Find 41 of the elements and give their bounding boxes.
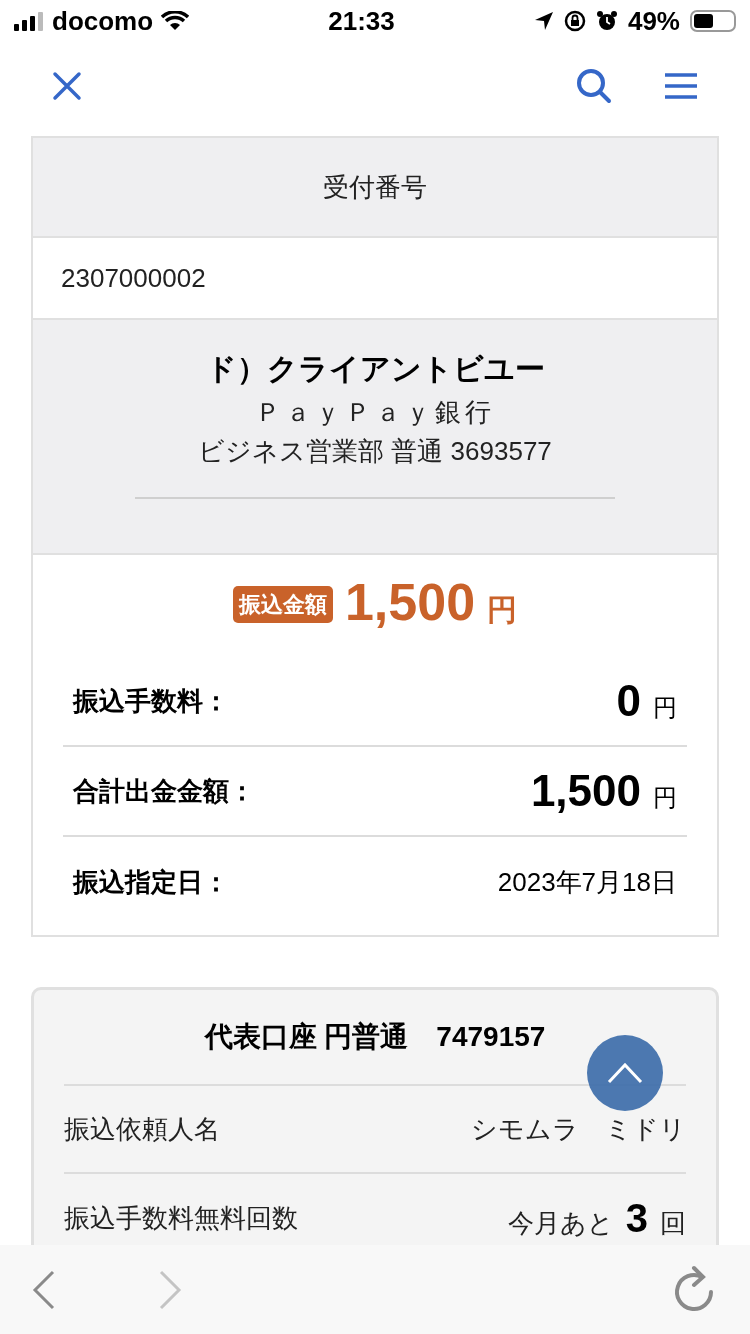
transfer-amount: 1,500 [344, 572, 476, 633]
receipt-number-label: 受付番号 [323, 170, 427, 204]
rotation-lock-icon [563, 10, 586, 32]
location-arrow-icon [533, 11, 554, 31]
chevron-up-icon [607, 1062, 643, 1084]
battery-percent: 49% [627, 4, 680, 38]
menu-icon [664, 73, 698, 99]
row-value: シモムラ ミドリ [471, 1112, 686, 1146]
row-value: 2023年7月18日 [497, 865, 678, 899]
menu-button[interactable] [664, 71, 698, 101]
alarm-clock-icon [595, 10, 618, 32]
close-button[interactable] [52, 70, 84, 102]
receipt-number: 2307000002 [61, 261, 206, 295]
row-label: 振込指定日： [71, 865, 229, 899]
amount-value: 1,500 [530, 765, 641, 817]
clock-time: 21:33 [328, 4, 395, 38]
row-label: 合計出金金額： [72, 774, 255, 808]
count-unit: 回 [660, 1207, 686, 1240]
currency-unit: 円 [653, 783, 677, 813]
amount-value: 0 [616, 675, 641, 727]
search-button[interactable] [576, 67, 614, 105]
row-label: 振込手数料： [71, 684, 229, 718]
bank-name: ＰａｙＰａｙ銀行 [255, 396, 495, 429]
account-title: 代表口座 円普通 7479157 [204, 1020, 546, 1054]
signal-icon [14, 11, 44, 31]
currency-unit: 円 [487, 592, 518, 628]
search-icon [576, 68, 612, 104]
count-prefix: 今月あと [507, 1207, 614, 1240]
battery-icon [690, 10, 736, 32]
transfer-amount-badge: 振込金額 [232, 586, 333, 623]
chevron-right-icon [158, 1269, 182, 1310]
chevron-left-icon [32, 1269, 56, 1310]
carrier-name: docomo [52, 4, 154, 38]
row-label: 振込手数料無料回数 [64, 1201, 298, 1235]
close-icon [52, 71, 82, 101]
branch-account: ビジネス営業部 普通 3693577 [198, 435, 552, 468]
count-value: 3 [625, 1195, 648, 1242]
payee-name: ド）クライアントビユー [205, 351, 545, 387]
row-label: 振込依頼人名 [64, 1112, 220, 1146]
currency-unit: 円 [653, 693, 677, 723]
wifi-icon [161, 11, 190, 31]
